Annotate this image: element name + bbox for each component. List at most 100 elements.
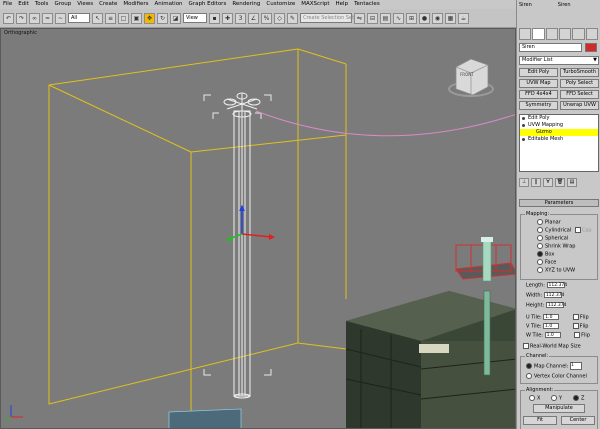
render-frame-icon[interactable]: ▦	[445, 12, 456, 24]
menu-file[interactable]: File	[3, 0, 12, 9]
align-icon[interactable]: ⊟	[367, 12, 378, 24]
select-by-name-icon[interactable]: ≡	[105, 12, 116, 24]
radio-icon[interactable]	[526, 363, 532, 369]
width-input[interactable]: 112.374	[543, 292, 564, 298]
percent-snap-icon[interactable]: %	[261, 12, 272, 24]
ffd-button[interactable]: FFD 4x4x4	[519, 90, 558, 99]
u-flip-checkbox[interactable]	[572, 314, 579, 320]
stack-item-editable-mesh[interactable]: Editable Mesh	[520, 136, 598, 143]
menu-rendering[interactable]: Rendering	[232, 0, 260, 9]
menu-edit[interactable]: Edit	[18, 0, 29, 9]
radio-icon[interactable]	[537, 219, 543, 225]
select-rotate-icon[interactable]: ↻	[157, 12, 168, 24]
show-end-result-icon[interactable]: ‖	[531, 177, 541, 187]
cap-checkbox[interactable]	[574, 227, 581, 233]
radio-align-x[interactable]: X	[529, 395, 540, 402]
layer-manager-icon[interactable]: ▤	[380, 12, 391, 24]
pivot-center-icon[interactable]: ▪	[209, 12, 220, 24]
bulb-icon[interactable]	[522, 124, 525, 127]
radio-face[interactable]: Face	[537, 259, 556, 266]
link-icon[interactable]: ∞	[29, 12, 40, 24]
radio-icon[interactable]	[526, 373, 532, 379]
bind-spacewarp-icon[interactable]: ~	[55, 12, 66, 24]
snap-toggle-icon[interactable]: 3	[235, 12, 246, 24]
edit-named-selections-icon[interactable]: ✎	[287, 12, 298, 24]
siren-pole-model[interactable]	[223, 92, 261, 399]
radio-icon[interactable]	[529, 395, 535, 401]
radio-planar[interactable]: Planar	[537, 219, 561, 226]
spinner-snap-icon[interactable]: ◇	[274, 12, 285, 24]
undo-icon[interactable]: ↶	[3, 12, 14, 24]
menu-customize[interactable]: Customize	[266, 0, 295, 9]
menu-views[interactable]: Views	[77, 0, 93, 9]
menu-group[interactable]: Group	[54, 0, 71, 9]
uvw-box-gizmo[interactable]	[48, 48, 347, 419]
select-scale-icon[interactable]: ◪	[170, 12, 181, 24]
menu-create[interactable]: Create	[99, 0, 117, 9]
select-manipulate-icon[interactable]: ✚	[222, 12, 233, 24]
redo-icon[interactable]: ↷	[16, 12, 27, 24]
w-flip-checkbox[interactable]	[574, 332, 581, 338]
center-button[interactable]: Center	[561, 416, 595, 425]
select-move-icon[interactable]: ✥	[144, 12, 155, 24]
poly-select-button[interactable]: Poly Select	[560, 79, 599, 88]
object-name-field[interactable]: Siren	[519, 43, 582, 52]
quick-render-icon[interactable]: ☕	[458, 12, 469, 24]
v-flip-checkbox[interactable]	[572, 323, 579, 329]
pin-stack-icon[interactable]: ⊥	[519, 177, 529, 187]
make-unique-icon[interactable]: ∀	[543, 177, 553, 187]
stack-item-gizmo[interactable]: Gizmo	[520, 129, 598, 136]
radio-xyz-to-uvw[interactable]: XYZ to UVW	[537, 267, 575, 274]
render-setup-icon[interactable]: ◉	[432, 12, 443, 24]
u-tile-input[interactable]: 1.0	[543, 314, 560, 320]
configure-sets-icon[interactable]: ▤	[567, 177, 577, 187]
stack-item-uvw-mapping[interactable]: UVW Mapping	[520, 122, 598, 129]
radio-box[interactable]: Box	[537, 251, 554, 258]
curve-editor-icon[interactable]: ∿	[393, 12, 404, 24]
schematic-view-icon[interactable]: ⊞	[406, 12, 417, 24]
manipulate-button[interactable]: Manipulate	[533, 404, 585, 413]
radio-cylindrical[interactable]: Cylindrical Cap	[537, 227, 592, 234]
w-tile-input[interactable]: 1.0	[544, 332, 561, 338]
named-selection-set-field[interactable]: Create Selection Set	[300, 13, 354, 23]
modifier-list-dropdown[interactable]: Modifier List ▼	[519, 56, 599, 65]
modify-tab-icon[interactable]	[532, 28, 545, 40]
panel-tab-2[interactable]: Siren	[558, 2, 571, 10]
bulb-icon[interactable]	[522, 138, 525, 141]
fit-button[interactable]: Fit	[523, 416, 557, 425]
radio-align-z[interactable]: Z	[573, 395, 584, 402]
radio-icon[interactable]	[573, 395, 579, 401]
stack-item-edit-poly[interactable]: Edit Poly	[520, 115, 598, 122]
viewcube[interactable]	[448, 58, 494, 97]
radio-spherical[interactable]: Spherical	[537, 235, 568, 242]
radio-icon[interactable]	[537, 243, 543, 249]
unlink-icon[interactable]: ≈	[42, 12, 53, 24]
radio-icon[interactable]	[537, 259, 543, 265]
radio-shrink-wrap[interactable]: Shrink Wrap	[537, 243, 575, 250]
turbosmooth-button[interactable]: TurboSmooth	[560, 68, 599, 77]
material-editor-icon[interactable]: ●	[419, 12, 430, 24]
angle-snap-icon[interactable]: ∠	[248, 12, 259, 24]
rect-selection-icon[interactable]: □	[118, 12, 129, 24]
utilities-tab-icon[interactable]	[585, 28, 598, 40]
reference-coordinate-dropdown[interactable]: View	[183, 13, 207, 23]
symmetry-button[interactable]: Symmetry	[519, 101, 558, 110]
height-input[interactable]: 112.374	[545, 302, 566, 308]
radio-icon[interactable]	[551, 395, 557, 401]
radio-icon[interactable]	[537, 251, 543, 257]
radio-map-channel[interactable]: Map Channel: 1	[526, 362, 582, 370]
ffd-select-button[interactable]: FFD Select	[560, 90, 599, 99]
real-world-checkbox[interactable]	[523, 343, 529, 349]
menu-tools[interactable]: Tools	[35, 0, 49, 9]
menu-modifiers[interactable]: Modifiers	[123, 0, 148, 9]
bulb-icon[interactable]	[522, 117, 525, 120]
radio-icon[interactable]	[537, 267, 543, 273]
selection-filter-dropdown[interactable]: All	[68, 13, 90, 23]
viewport-label[interactable]: Orthographic	[4, 30, 37, 36]
radio-icon[interactable]	[537, 227, 543, 233]
window-crossing-icon[interactable]: ▣	[131, 12, 142, 24]
menu-graph-editors[interactable]: Graph Editors	[189, 0, 227, 9]
unwrap-uvw-button[interactable]: Unwrap UVW	[560, 101, 599, 110]
building-model[interactable]	[345, 291, 516, 429]
hierarchy-tab-icon[interactable]	[545, 28, 558, 40]
